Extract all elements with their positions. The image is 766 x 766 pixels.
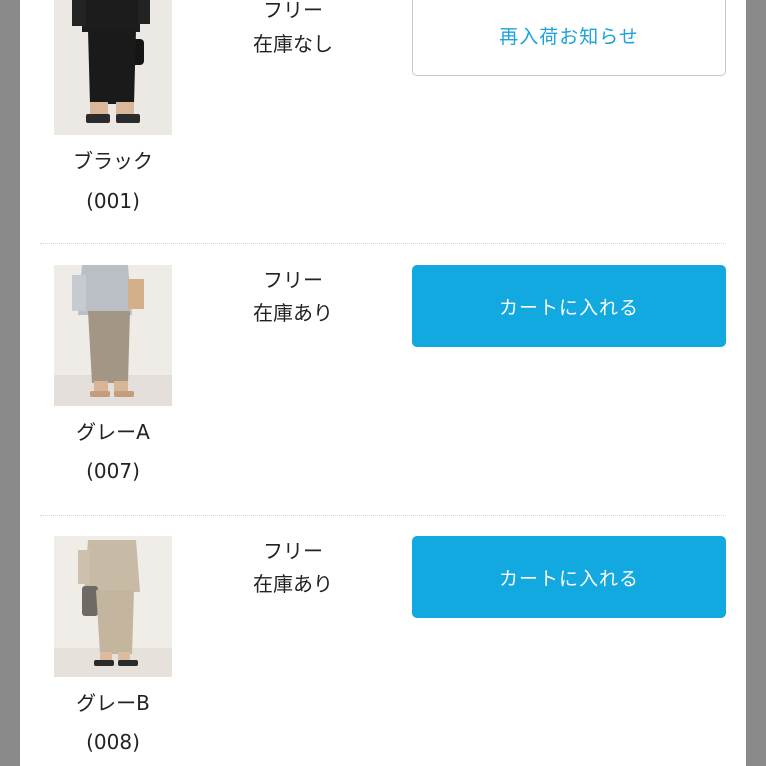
variant-row-gray-a: グレーA (007) フリー 在庫あり カートに入れる <box>20 244 746 515</box>
product-thumbnail-black[interactable] <box>54 0 172 135</box>
product-thumbnail-gray-a[interactable] <box>54 265 172 406</box>
size-label: フリー <box>263 0 323 22</box>
color-name: グレーB <box>76 691 150 715</box>
variant-row-gray-b: グレーB (008) フリー 在庫あり カートに入れる <box>20 516 746 766</box>
stock-status: 在庫あり <box>253 572 333 596</box>
add-to-cart-button[interactable]: カートに入れる <box>412 265 726 347</box>
size-label: フリー <box>263 268 323 292</box>
restock-notify-button[interactable]: 再入荷お知らせ <box>412 0 726 76</box>
add-to-cart-button[interactable]: カートに入れる <box>412 536 726 618</box>
stock-status: 在庫あり <box>253 301 333 325</box>
color-code: (001) <box>86 189 140 213</box>
variant-list: ブラック (001) フリー 在庫なし 再入荷お知らせ グレーA (007) フ… <box>20 0 746 766</box>
color-name: ブラック <box>73 149 153 173</box>
size-label: フリー <box>263 539 323 563</box>
color-code: (008) <box>86 730 140 754</box>
color-name: グレーA <box>76 420 150 444</box>
stock-status: 在庫なし <box>253 32 333 56</box>
product-thumbnail-gray-b[interactable] <box>54 536 172 677</box>
variant-row-black: ブラック (001) フリー 在庫なし 再入荷お知らせ <box>20 0 746 243</box>
color-code: (007) <box>86 459 140 483</box>
